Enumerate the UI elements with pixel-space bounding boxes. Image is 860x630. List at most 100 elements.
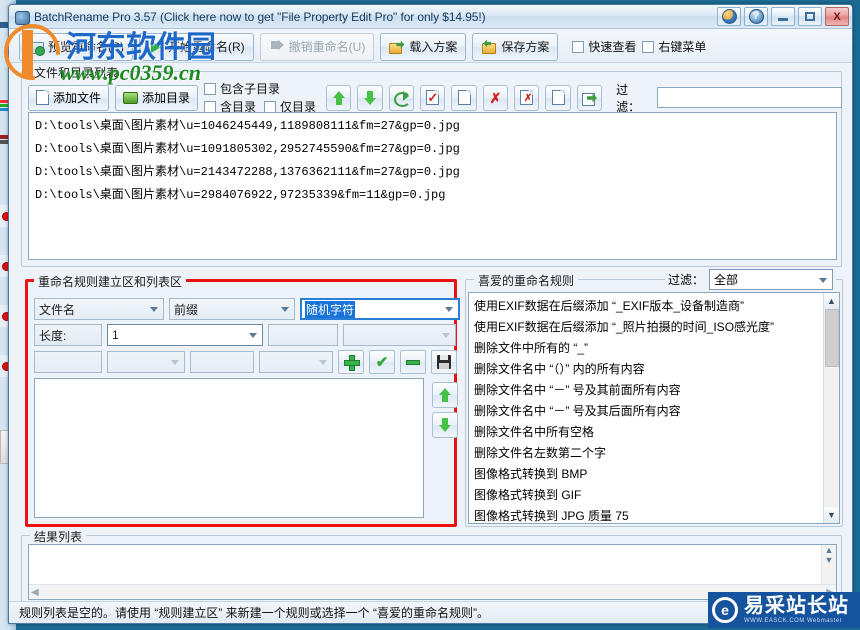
- watermark-right-logo-icon: e: [712, 597, 738, 623]
- list-item[interactable]: D:\tools\桌面\图片素材\u=2984076922,97235339&f…: [29, 182, 836, 205]
- rule-row3-field-4[interactable]: [259, 351, 333, 373]
- undo-rename-button[interactable]: 撤销重命名(U): [259, 32, 375, 61]
- list-item[interactable]: D:\tools\桌面\图片素材\u=1046245449,1189808111…: [29, 113, 836, 136]
- refresh-button[interactable]: [388, 84, 415, 111]
- export-button[interactable]: [576, 84, 603, 111]
- scroll-left-button[interactable]: ◀: [31, 587, 39, 598]
- list-item[interactable]: D:\tools\桌面\图片素材\u=2143472288,1376362111…: [29, 159, 836, 182]
- favorites-filter-value: 全部: [714, 273, 739, 287]
- duplicate-button[interactable]: [545, 84, 571, 111]
- load-scheme-label: 载入方案: [409, 40, 458, 54]
- list-item[interactable]: 图像格式转换到 JPG 质量 75: [469, 505, 823, 523]
- length-label-text: 长度:: [39, 328, 67, 343]
- undo-icon: [269, 39, 285, 55]
- rule-target-select[interactable]: 文件名: [34, 298, 164, 320]
- start-rename-label: 开始重命名(R): [168, 40, 245, 54]
- rule-content-select[interactable]: 随机字符: [300, 298, 460, 320]
- files-filter-input[interactable]: [657, 87, 843, 108]
- list-item[interactable]: 删除文件名中 “－” 号及其前面所有内容: [469, 379, 823, 400]
- rule-length-value: 1: [112, 328, 119, 342]
- rule-list[interactable]: [34, 378, 424, 518]
- rule-row3-field-2[interactable]: [107, 351, 185, 373]
- scrollbar-thumb[interactable]: [824, 309, 839, 367]
- move-rule-up-button[interactable]: [432, 382, 458, 408]
- close-button[interactable]: X: [825, 7, 849, 26]
- watermark-right-title: 易采站长站: [744, 595, 849, 617]
- list-item[interactable]: 删除文件名中 “（）” 内的所有内容: [469, 358, 823, 379]
- minimize-button[interactable]: [771, 7, 795, 26]
- include-subdir-checkbox[interactable]: 包含子目录: [204, 80, 316, 97]
- move-up-button[interactable]: [326, 84, 352, 111]
- move-rule-down-button[interactable]: [432, 412, 458, 438]
- check-icon: ✔: [375, 353, 389, 371]
- move-down-button[interactable]: [357, 84, 383, 111]
- scroll-down-button[interactable]: ▼: [825, 555, 834, 565]
- rule-row3-field-1[interactable]: [34, 351, 102, 373]
- rule-row3-field-3[interactable]: [190, 351, 254, 373]
- select-all-button[interactable]: ✓: [420, 84, 446, 111]
- checkbox-box-icon: [264, 100, 277, 113]
- list-item[interactable]: 删除文件中所有的 “_”: [469, 337, 823, 358]
- remove-button[interactable]: ✗: [482, 84, 509, 111]
- play-icon: [148, 39, 164, 55]
- chevron-down-icon: [445, 307, 453, 312]
- folder-icon: [123, 91, 139, 104]
- list-item[interactable]: 使用EXIF数据在后缀添加 “_EXIF版本_设备制造商”: [469, 295, 823, 316]
- apply-rule-button[interactable]: ✔: [369, 350, 395, 374]
- context-menu-checkbox[interactable]: 右键菜单: [642, 38, 706, 55]
- include-subdir-label: 包含子目录: [220, 82, 281, 96]
- file-list[interactable]: D:\tools\桌面\图片素材\u=1046245449,1189808111…: [28, 112, 837, 260]
- favorites-filter-select[interactable]: 全部: [709, 269, 833, 290]
- list-item[interactable]: 删除文件名左数第二个字: [469, 442, 823, 463]
- quick-view-checkbox[interactable]: 快速查看: [572, 38, 636, 55]
- favorites-list[interactable]: 使用EXIF数据在后缀添加 “_EXIF版本_设备制造商” 使用EXIF数据在后…: [468, 292, 840, 524]
- export-arrow-icon: [581, 91, 597, 106]
- list-item[interactable]: 使用EXIF数据在后缀添加 “_照片拍摄的时间_ISO感光度”: [469, 316, 823, 337]
- chevron-down-icon: [171, 360, 179, 365]
- list-item[interactable]: 删除文件名中所有空格: [469, 421, 823, 442]
- copy-list-button[interactable]: [451, 84, 477, 111]
- check-page-icon: ✓: [426, 90, 440, 105]
- preview-rename-label: 预览重命名(P): [48, 40, 124, 54]
- favorites-scrollbar[interactable]: ▲ ▼: [823, 293, 839, 523]
- rule-position-select[interactable]: 前缀: [169, 298, 295, 320]
- clear-list-button[interactable]: ✗: [514, 84, 540, 111]
- maximize-icon: [805, 12, 815, 21]
- list-item[interactable]: D:\tools\桌面\图片素材\u=1091805302,2952745590…: [29, 136, 836, 159]
- preview-rename-button[interactable]: 预览重命名(P): [19, 32, 133, 61]
- start-rename-button[interactable]: 开始重命名(R): [139, 32, 254, 61]
- rename-rule-builder-group: 重命名规则建立区和列表区 文件名 前缀 随机字符 长度: 1 ✔: [25, 273, 460, 527]
- file-icon: [36, 90, 49, 105]
- remove-rule-button[interactable]: [400, 350, 426, 374]
- move-up-icon: [438, 388, 452, 402]
- add-rule-button[interactable]: [338, 350, 364, 374]
- result-vertical-scrollbar[interactable]: ▲ ▼: [821, 545, 836, 584]
- list-item[interactable]: 图像格式转换到 GIF: [469, 484, 823, 505]
- rule-length-input[interactable]: 1: [107, 324, 263, 346]
- list-item[interactable]: 删除文件名中 “－” 号及其后面所有内容: [469, 400, 823, 421]
- result-content-area[interactable]: ▲ ▼: [29, 545, 836, 584]
- add-file-button[interactable]: 添加文件: [28, 84, 110, 111]
- load-scheme-button[interactable]: 载入方案: [380, 32, 467, 61]
- rule-field-4[interactable]: [343, 324, 456, 346]
- scrollbar-track[interactable]: [824, 309, 840, 507]
- scroll-up-button[interactable]: ▲: [823, 293, 839, 309]
- maximize-button[interactable]: [798, 7, 822, 26]
- watermark-right-subtitle: WWW.EASCK.COM Webmaster: [744, 618, 843, 624]
- save-rule-button[interactable]: [431, 350, 457, 374]
- save-scheme-button[interactable]: 保存方案: [472, 32, 559, 61]
- scroll-up-button[interactable]: ▲: [825, 545, 834, 555]
- globe-button[interactable]: [717, 7, 741, 26]
- rule-field-3[interactable]: [268, 324, 338, 346]
- chevron-down-icon: [150, 307, 158, 312]
- add-directory-button[interactable]: 添加目录: [115, 84, 199, 111]
- result-group-legend: 结果列表: [30, 528, 87, 545]
- clear-list-icon: ✗: [520, 90, 534, 105]
- plus-icon: [344, 355, 360, 371]
- files-toolbar: 添加文件 添加目录 包含子目录 含目录 仅目录 ✓ ✗ ✗ 过滤：: [28, 80, 852, 115]
- rule-row-3: ✔: [34, 350, 457, 374]
- rule-row-1: 文件名 前缀 随机字符: [34, 298, 460, 320]
- list-item[interactable]: 图像格式转换到 BMP: [469, 463, 823, 484]
- scroll-down-button[interactable]: ▼: [823, 507, 839, 523]
- help-button[interactable]: ?: [744, 7, 768, 26]
